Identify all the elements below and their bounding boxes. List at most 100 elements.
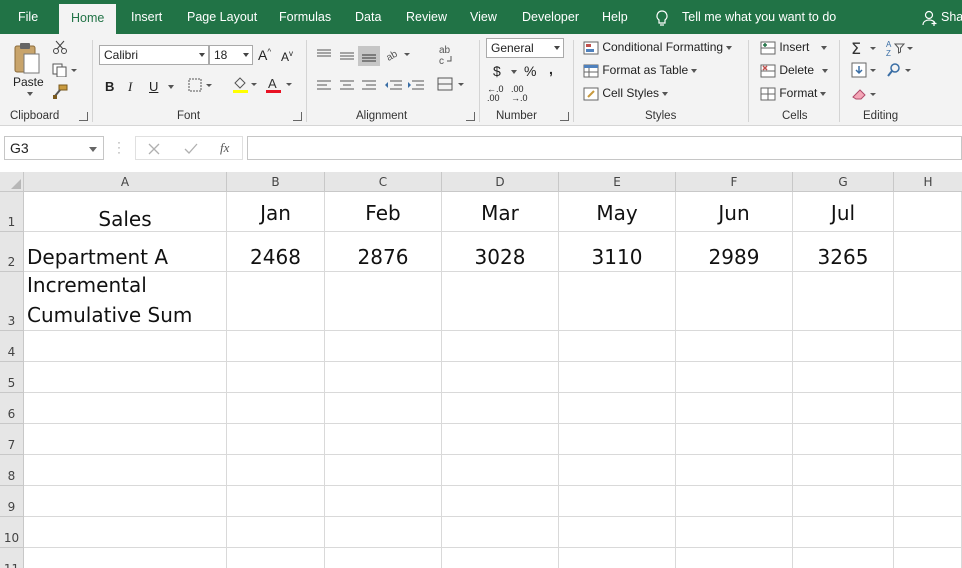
row-header-5[interactable]: 5 — [0, 362, 24, 393]
formula-bar-grip[interactable]: · · · — [117, 136, 121, 158]
cell-a7[interactable] — [24, 424, 227, 455]
cell-h3[interactable] — [894, 272, 962, 331]
cell-c1[interactable]: Feb — [325, 192, 442, 232]
cell-f1[interactable]: Jun — [676, 192, 793, 232]
cell-h7[interactable] — [894, 424, 962, 455]
font-launcher-icon[interactable] — [293, 112, 302, 121]
merge-center-icon[interactable] — [437, 77, 469, 93]
row-header-4[interactable]: 4 — [0, 331, 24, 362]
row-header-8[interactable]: 8 — [0, 455, 24, 486]
decrease-decimal-button[interactable]: .00 →.0 — [511, 85, 533, 103]
cell-f3[interactable] — [676, 272, 793, 331]
cell-d4[interactable] — [442, 331, 559, 362]
bold-button[interactable]: B — [105, 79, 114, 94]
cell-g8[interactable] — [793, 455, 894, 486]
cell-f7[interactable] — [676, 424, 793, 455]
format-painter-icon[interactable] — [52, 84, 68, 100]
column-header-e[interactable]: E — [559, 172, 676, 192]
cell-a4[interactable] — [24, 331, 227, 362]
column-header-g[interactable]: G — [793, 172, 894, 192]
increase-decimal-button[interactable]: ←.0 .00 — [487, 85, 509, 103]
cell-f11[interactable] — [676, 548, 793, 568]
cell-g2[interactable]: 3265 — [793, 232, 894, 272]
cell-g1[interactable]: Jul — [793, 192, 894, 232]
copy-icon[interactable] — [52, 63, 78, 77]
cell-b7[interactable] — [227, 424, 325, 455]
cell-c11[interactable] — [325, 548, 442, 568]
cell-c8[interactable] — [325, 455, 442, 486]
row-header-10[interactable]: 10 — [0, 517, 24, 548]
wrap-text-icon[interactable]: ab c — [438, 44, 454, 66]
row-header-7[interactable]: 7 — [0, 424, 24, 455]
cell-b2[interactable]: 2468 — [227, 232, 325, 272]
cell-f9[interactable] — [676, 486, 793, 517]
cell-styles-button[interactable]: Cell Styles — [583, 86, 669, 101]
tab-page-layout[interactable]: Page Layout — [187, 10, 257, 28]
cancel-icon[interactable] — [148, 143, 160, 155]
cell-h11[interactable] — [894, 548, 962, 568]
cell-h8[interactable] — [894, 455, 962, 486]
cell-d5[interactable] — [442, 362, 559, 393]
sort-filter-icon[interactable]: AZ — [885, 39, 915, 57]
horizontal-align-icons[interactable] — [315, 78, 427, 94]
clipboard-launcher-icon[interactable] — [79, 112, 88, 121]
tab-view[interactable]: View — [470, 10, 497, 28]
cell-a1[interactable]: Sales — [24, 192, 227, 232]
cell-c6[interactable] — [325, 393, 442, 424]
underline-dropdown[interactable] — [168, 85, 174, 89]
number-launcher-icon[interactable] — [560, 112, 569, 121]
cell-b8[interactable] — [227, 455, 325, 486]
paste-dropdown[interactable] — [27, 92, 33, 96]
cell-c3[interactable] — [325, 272, 442, 331]
cell-g6[interactable] — [793, 393, 894, 424]
alignment-launcher-icon[interactable] — [466, 112, 475, 121]
cell-b11[interactable] — [227, 548, 325, 568]
cell-c2[interactable]: 2876 — [325, 232, 442, 272]
cell-c4[interactable] — [325, 331, 442, 362]
conditional-formatting-button[interactable]: Conditional Formatting — [583, 40, 733, 55]
italic-button[interactable]: I — [128, 79, 132, 95]
cell-g5[interactable] — [793, 362, 894, 393]
enter-check-icon[interactable] — [184, 143, 198, 155]
row-header-3[interactable]: 3 — [0, 272, 24, 331]
cell-g10[interactable] — [793, 517, 894, 548]
insert-function-button[interactable]: fx — [220, 140, 229, 156]
clear-eraser-icon[interactable] — [850, 86, 880, 102]
cell-b5[interactable] — [227, 362, 325, 393]
orientation-icon[interactable]: ab — [385, 45, 413, 63]
cell-a2[interactable]: Department A — [24, 232, 227, 272]
row-header-2[interactable]: 2 — [0, 232, 24, 272]
cell-e6[interactable] — [559, 393, 676, 424]
cell-d11[interactable] — [442, 548, 559, 568]
cell-g7[interactable] — [793, 424, 894, 455]
cell-e7[interactable] — [559, 424, 676, 455]
cell-e11[interactable] — [559, 548, 676, 568]
currency-dropdown[interactable] — [511, 70, 517, 74]
row-header-11[interactable]: 11 — [0, 548, 24, 568]
vertical-align-icons[interactable] — [315, 46, 395, 66]
tab-developer[interactable]: Developer — [522, 10, 579, 28]
cell-b1[interactable]: Jan — [227, 192, 325, 232]
font-size-combo[interactable]: 18 — [209, 45, 253, 65]
cell-d8[interactable] — [442, 455, 559, 486]
cell-h4[interactable] — [894, 331, 962, 362]
cell-f6[interactable] — [676, 393, 793, 424]
cell-e9[interactable] — [559, 486, 676, 517]
font-color-icon[interactable]: A — [265, 76, 295, 94]
column-header-b[interactable]: B — [227, 172, 325, 192]
cell-a5[interactable] — [24, 362, 227, 393]
cell-e1[interactable]: May — [559, 192, 676, 232]
cell-h2[interactable] — [894, 232, 962, 272]
cell-c5[interactable] — [325, 362, 442, 393]
underline-button[interactable]: U — [149, 79, 158, 94]
cell-c10[interactable] — [325, 517, 442, 548]
percent-button[interactable]: % — [524, 63, 536, 79]
cell-b3[interactable] — [227, 272, 325, 331]
borders-icon[interactable] — [188, 78, 216, 92]
currency-button[interactable]: $ — [493, 63, 501, 79]
cell-b4[interactable] — [227, 331, 325, 362]
cell-g4[interactable] — [793, 331, 894, 362]
cell-d10[interactable] — [442, 517, 559, 548]
cell-d2[interactable]: 3028 — [442, 232, 559, 272]
row-header-6[interactable]: 6 — [0, 393, 24, 424]
